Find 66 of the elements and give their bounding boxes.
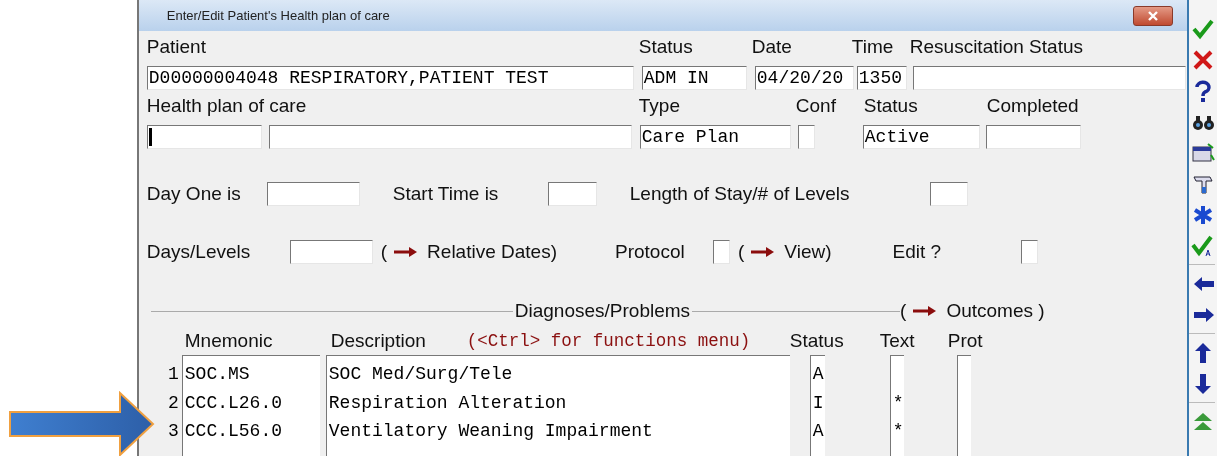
input-field[interactable] (547, 182, 597, 206)
table-cell-text: * (891, 391, 904, 415)
field-label: Date (751, 36, 793, 58)
input-field[interactable] (266, 182, 360, 206)
status-list[interactable]: A I A (809, 355, 825, 456)
row-number: 1 (167, 363, 180, 386)
checkbox[interactable] (713, 240, 730, 264)
table-cell-text: CCC.L56.0 (183, 420, 283, 443)
field-label: Start Time is (392, 183, 500, 205)
section-title: Diagnoses/Problems (514, 300, 691, 322)
table-cell-text: SOC.MS (183, 363, 251, 386)
input-field[interactable] (929, 182, 968, 206)
field-label: Edit ? (892, 241, 943, 263)
field-label: Completed (986, 95, 1079, 117)
input-field[interactable] (146, 124, 262, 149)
input-field[interactable]: Active (862, 124, 980, 149)
field-label: Type (638, 95, 681, 117)
input-field[interactable]: 04/20/20 (754, 65, 854, 90)
table-cell-text: Ventilatory Weaning Impairment (327, 420, 654, 443)
field-label: Status (638, 36, 694, 58)
field-label: Time (851, 36, 895, 58)
text-list[interactable]: * * (889, 355, 904, 456)
window-title: Enter/Edit Patient's Health plan of care (166, 8, 390, 23)
input-field[interactable]: Care Plan (639, 124, 791, 149)
input-field[interactable]: ADM IN (641, 65, 747, 90)
checkbox[interactable] (1020, 240, 1038, 264)
table-cell-text: * (891, 420, 904, 443)
field-label: Protocol (615, 241, 686, 263)
row-number: 2 (167, 391, 180, 415)
column-header: Text (879, 330, 916, 352)
table-cell-text: A (811, 420, 825, 443)
close-button[interactable] (1133, 5, 1174, 26)
field-label: Days/Levels (146, 241, 252, 263)
outcomes-link[interactable]: ( Outcomes ) (900, 300, 1045, 322)
column-header: Mnemonic (184, 330, 274, 352)
table-cell-text: Respiration Alteration (327, 391, 568, 415)
table-cell-text: I (811, 391, 825, 415)
column-header: Status (789, 330, 845, 352)
input-field[interactable] (985, 124, 1081, 149)
description-list[interactable]: SOC Med/Surg/Tele Respiration Alteration Ventilatory Weaning Impairment (325, 355, 790, 456)
mnemonic-list[interactable]: SOC.MS CCC.L26.0 CCC.L56.0 (181, 355, 320, 456)
field-label: Length of Stay/# of Levels (629, 183, 851, 205)
input-field[interactable] (912, 65, 1186, 90)
column-header: Description (330, 330, 427, 352)
prot-list[interactable] (956, 355, 971, 456)
hint-text: (<Ctrl> for functions menu) (466, 331, 752, 351)
text-cursor (148, 127, 152, 146)
field-label: Day One is (146, 183, 242, 205)
table-cell-text: A (811, 363, 825, 386)
field-label: Patient (146, 36, 207, 58)
relative-dates-link[interactable]: ( Relative Dates) (380, 241, 557, 263)
input-field[interactable] (268, 124, 632, 149)
table-cell-text: SOC Med/Surg/Tele (327, 363, 514, 386)
input-field[interactable]: D00000004048 RESPIRATORY,PATIENT TEST (146, 65, 634, 90)
input-field[interactable] (289, 240, 373, 264)
view-link[interactable]: ( View) (738, 241, 832, 263)
field-label: Health plan of care (146, 95, 308, 117)
field-label: Status (863, 95, 919, 117)
field-label: Conf (795, 95, 837, 117)
field-label: Resuscitation Status (909, 36, 1083, 58)
input-field[interactable]: 1350 (856, 65, 907, 90)
table-cell-text: CCC.L26.0 (183, 391, 283, 415)
checkbox[interactable] (797, 124, 815, 149)
row-number: 3 (167, 420, 180, 443)
column-header: Prot (947, 330, 983, 352)
close-icon (1147, 10, 1160, 21)
